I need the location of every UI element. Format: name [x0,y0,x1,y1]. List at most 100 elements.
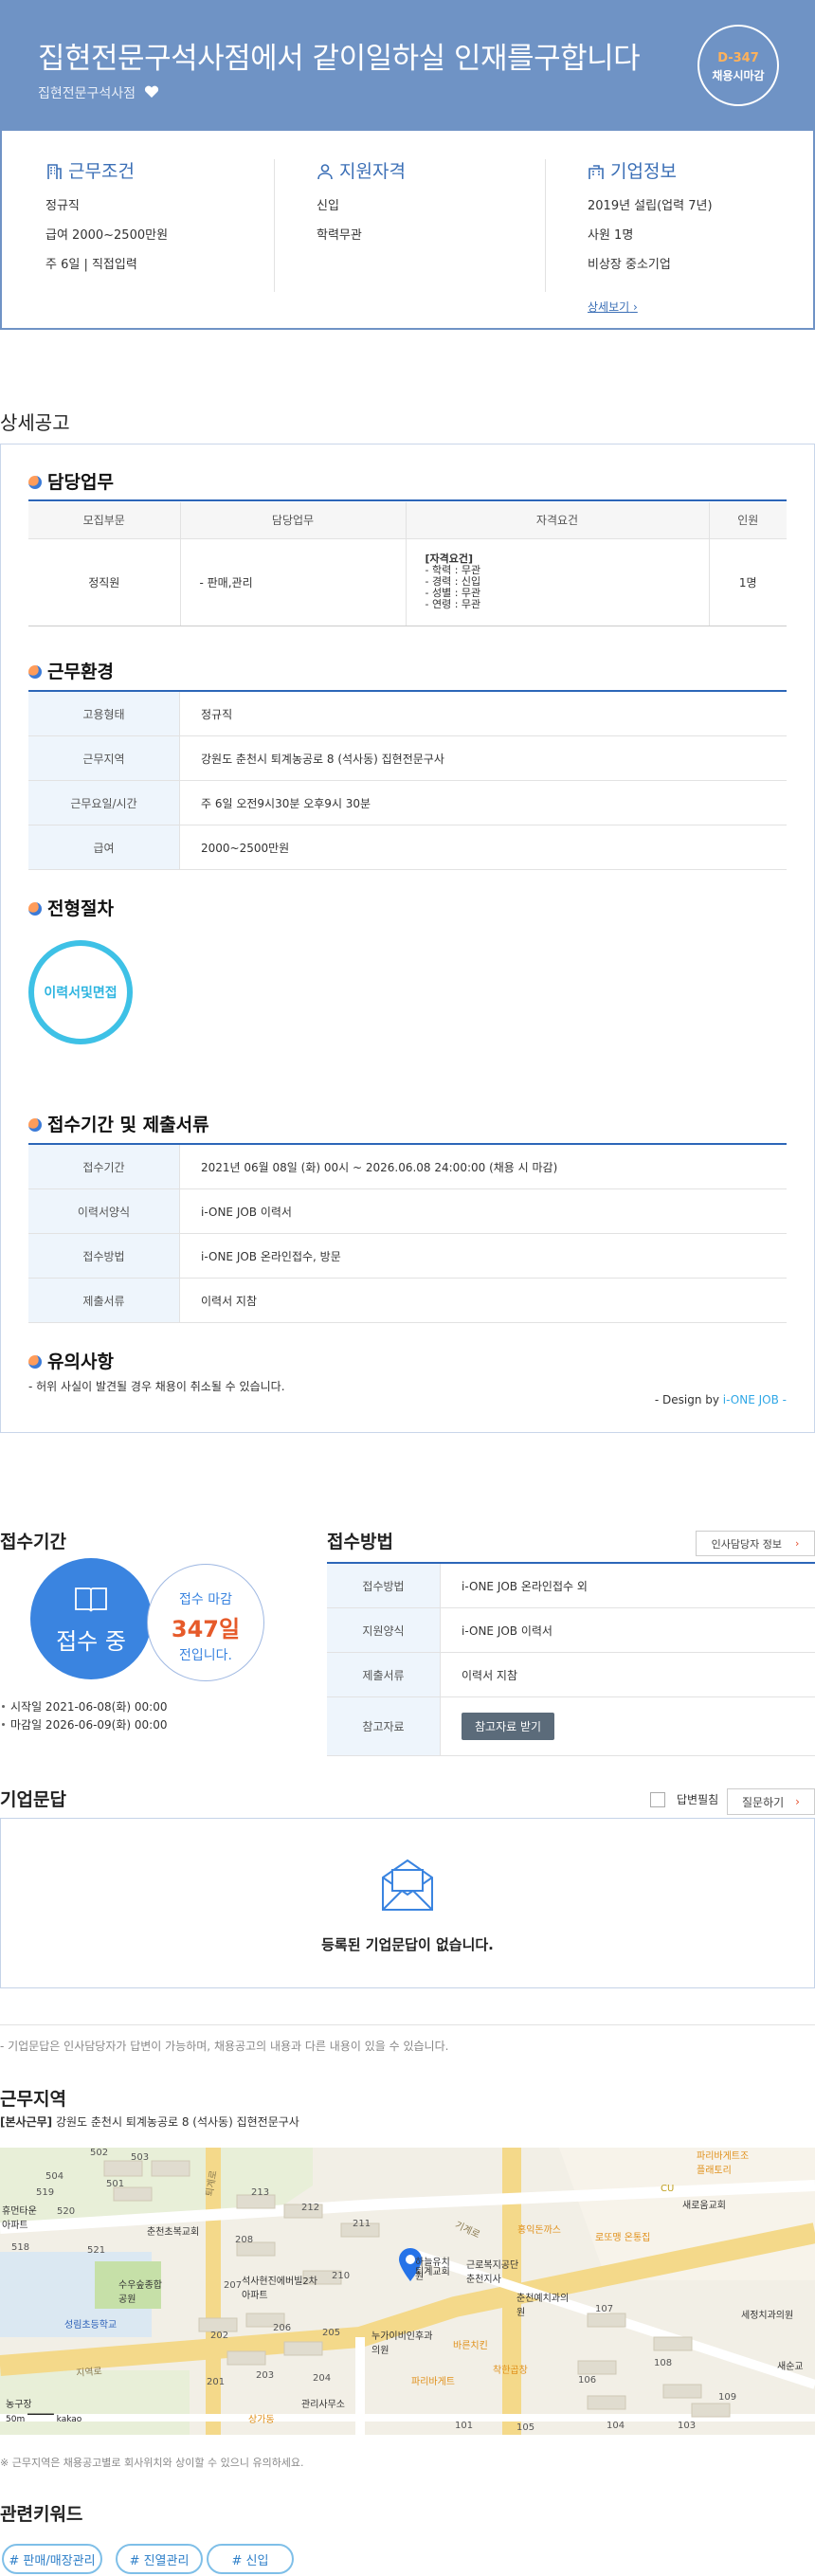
method-value: i-ONE JOB 온라인접수 외 [462,1579,588,1593]
process-step: 이력서및면접 [28,940,133,1044]
map-label: 109 [718,2392,737,2403]
apply-method-title: 접수방법 [327,1532,393,1552]
map-label: 상가동 [248,2415,275,2425]
map-label: 210 [332,2271,351,2281]
table-header: 자격요건 [406,502,710,539]
divider [274,159,275,292]
map-label: 퇴계로 [204,2169,220,2198]
map-label: 새로움교회 [682,2201,726,2211]
map-label: 성림초등학교 [64,2320,118,2331]
location-map[interactable]: 50m ▔▔▔▔ kakao 502 503 504 501 519 520 5… [0,2148,815,2435]
apply-dates: 시작일 2021-06-08(화) 00:00 마감일 2026-06-09(화… [0,1698,167,1734]
period-value: i-ONE JOB 이력서 [201,1205,292,1219]
map-label: 103 [678,2421,697,2431]
map-label: 206 [273,2323,292,2333]
notice-title: 유의사항 [28,1348,114,1373]
duty-qual: [자격요건] - 학력 : 무관 - 경력 : 신입 - 성별 : 무관 - 연… [406,538,710,626]
table-header: 모집부문 [28,502,181,539]
table-row: 참고자료 참고자료 받기 [327,1697,815,1756]
keyword-tag[interactable]: # 판매/매장관리 [2,2544,102,2574]
map-label: 기계로 [453,2220,481,2241]
map-label: 새순교 [777,2362,804,2372]
map-label: 107 [595,2304,614,2314]
summary-company-line: 비상장 중소기업 [588,258,671,272]
download-reference-button[interactable]: 참고자료 받기 [462,1713,555,1740]
map-note: ※ 근무지역은 채용공고별로 회사위치와 상이할 수 있으니 유의하세요. [0,2457,304,2469]
company-name[interactable]: 집현전문구석사점 [38,83,159,102]
table-row: 접수기간 2021년 06월 08일 (화) 00시 ~ 2026.06.08 2… [28,1145,787,1189]
env-key: 고용형태 [28,692,180,735]
method-value: i-ONE JOB 이력서 [462,1624,552,1638]
hr-info-label: 인사담당자 정보 [711,1537,782,1551]
bullet-icon [28,902,42,916]
map-label: 205 [322,2328,341,2338]
table-header: 인원 [709,502,787,539]
period-key: 접수방법 [28,1234,180,1278]
hr-info-button[interactable]: 인사담당자 정보 › [696,1531,815,1556]
company-detail-link[interactable]: 상세보기 › [588,299,638,315]
keyword-tag[interactable]: # 신입 [207,2544,294,2574]
map-label: 520 [57,2206,76,2217]
table-row: 제출서류 이력서 지참 [28,1279,787,1323]
duty-title: 담당업무 [28,468,114,494]
map-label: 춘천초복교회 [147,2227,200,2238]
summary-work-line: 정규직 [45,199,80,213]
map-label: 퇴계교회 [415,2267,450,2277]
map-label: 수우숲종합공원 [118,2280,162,2305]
keywords-title: 관련키워드 [0,2504,83,2525]
design-suffix: - [778,1393,787,1406]
map-label: CU [661,2184,675,2194]
apply-method-table: 접수방법 i-ONE JOB 온라인접수 외 지원양식 i-ONE JOB 이력서 … [327,1562,815,1756]
table-row: 지원양식 i-ONE JOB 이력서 [327,1608,815,1653]
summary-company-title-text: 기업정보 [610,161,677,182]
table-header: 담당업무 [180,502,407,539]
apply-period-title: 접수기간 [0,1532,66,1552]
apply-start-text: 시작일 2021-06-08(화) 00:00 [10,1700,168,1714]
map-label: 춘천예치과의원 [516,2294,570,2318]
summary-box: 근무조건 정규직 급여 2000~2500만원 주 6일 | 직접입력 지원자격… [0,131,815,330]
period-value: 2021년 06월 08일 (화) 00시 ~ 2026.06.08 24:00… [201,1160,558,1174]
divider [545,159,546,292]
map-label: 석사현진에버빌2차아파트 [242,2277,317,2301]
chevron-right-icon: › [795,1795,800,1808]
deadline-circle: 접수 마감 347일 전입니다. [147,1564,264,1681]
summary-work-title-text: 근무조건 [68,161,135,182]
summary-company-line: 2019년 설립(업력 7년) [588,199,713,213]
company-name-label: 집현전문구석사점 [38,86,136,101]
period-key: 이력서양식 [28,1189,180,1233]
heart-icon[interactable] [144,85,159,99]
keyword-tag[interactable]: # 진열관리 [116,2544,203,2574]
map-label: 누가이비인후과의원 [371,2331,433,2356]
map-label: 202 [210,2331,229,2341]
person-icon [317,164,333,180]
duty-dept: 정직원 [28,538,181,626]
summary-company-line: 사원 1명 [588,228,634,243]
period-value: 이력서 지참 [201,1294,258,1308]
ask-question-button[interactable]: 질문하기 › [727,1788,815,1815]
map-label: 211 [353,2219,371,2229]
period-key: 제출서류 [28,1279,180,1322]
map-label: 519 [36,2187,55,2198]
table-row: 근무요일/시간 주 6일 오전9시30분 오후9시 30분 [28,781,787,825]
summary-qual-line: 학력무관 [317,228,362,243]
map-label: 바른치킨 [453,2341,488,2351]
map-label: 세정치과의원 [741,2311,794,2321]
summary-work-title: 근무조건 [45,159,273,184]
env-value: 정규직 [201,707,233,721]
dday-caption: 채용시마감 [712,69,765,82]
map-label: 휴먼타운아파트 [2,2206,37,2231]
book-icon [75,1587,107,1612]
qna-empty-message: 등록된 기업문답이 없습니다. [321,1936,494,1953]
map-labels: 502 503 504 501 519 520 518 521 213 212 … [0,2148,815,2435]
table-row: 이력서양식 i-ONE JOB 이력서 [28,1189,787,1234]
map-label: 104 [607,2421,625,2431]
bullet-icon [28,1118,42,1132]
answered-only-checkbox[interactable] [650,1791,665,1807]
qna-filter: 답변필침 [650,1791,730,1807]
method-key: 접수방법 [327,1564,441,1607]
notice-title-text: 유의사항 [47,1351,114,1372]
map-label: 204 [313,2373,332,2384]
duty-count: 1명 [709,538,787,626]
period-title: 접수기간 및 제출서류 [28,1111,209,1136]
table-row: 제출서류 이력서 지참 [327,1653,815,1697]
